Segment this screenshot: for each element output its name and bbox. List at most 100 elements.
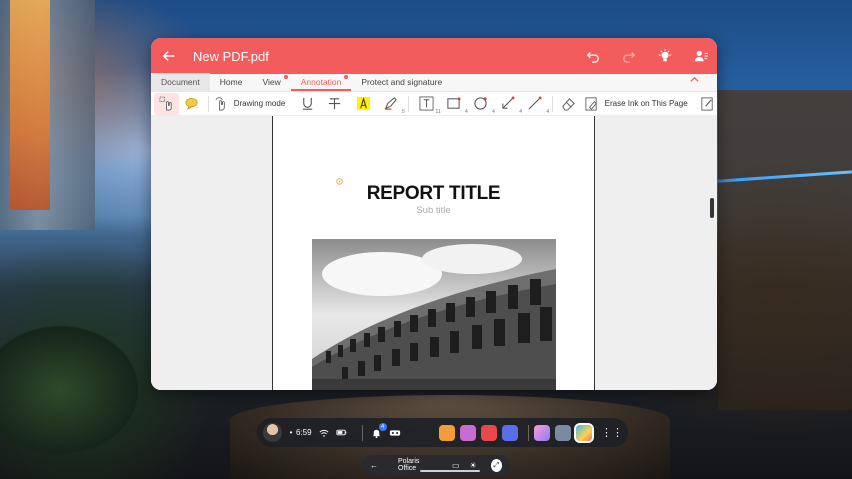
- redo-button[interactable]: [619, 46, 639, 66]
- colosseum-image: [312, 239, 556, 390]
- pen-tool-button[interactable]: 5: [377, 93, 405, 115]
- line-size-label: 4: [546, 108, 550, 115]
- rectangle-icon: [447, 97, 461, 109]
- undo-button[interactable]: [583, 46, 603, 66]
- textbox-icon: [419, 96, 434, 111]
- tab-document[interactable]: Document: [151, 73, 210, 91]
- back-arrow-icon: [162, 51, 175, 61]
- pen-icon: [384, 97, 397, 110]
- divider: [407, 95, 409, 112]
- window-drag-handle[interactable]: [420, 470, 480, 472]
- select-tool-button[interactable]: [154, 92, 180, 115]
- tab-label: Document: [161, 77, 200, 87]
- ellipse-tool-button[interactable]: 4: [467, 93, 495, 115]
- share-user-button[interactable]: [691, 46, 711, 66]
- divider: [208, 95, 210, 112]
- mode-icon[interactable]: ▭: [452, 461, 460, 470]
- store-app-icon[interactable]: [439, 424, 455, 441]
- arrow-tool-button[interactable]: 4: [494, 93, 522, 115]
- highlight-tool-button[interactable]: [349, 93, 376, 115]
- tab-annotation[interactable]: Annotation: [290, 73, 352, 91]
- textbox-tool-button[interactable]: 11: [413, 93, 441, 115]
- messages-app-icon[interactable]: [460, 424, 476, 441]
- clock-time: 6:59: [296, 428, 312, 437]
- drawing-mode-button[interactable]: [213, 93, 230, 115]
- divider: [528, 424, 529, 441]
- background-wall: [718, 90, 852, 410]
- document-title: New PDF.pdf: [193, 48, 269, 64]
- hand-draw-icon: [216, 97, 226, 111]
- eraser-icon: [562, 98, 575, 111]
- hand-pointer-icon: [159, 96, 172, 111]
- chevron-up-icon: [690, 76, 699, 82]
- pen-size-label: 5: [401, 108, 405, 115]
- report-subtitle: Sub title: [416, 205, 451, 216]
- notification-badge: 4: [378, 422, 387, 431]
- document-viewport[interactable]: REPORT TITLE Sub title: [151, 116, 717, 390]
- erase-ink-page-button[interactable]: [582, 93, 601, 115]
- line-icon: [528, 96, 542, 110]
- tab-badge-dot: [283, 75, 288, 79]
- lightbulb-icon: [658, 49, 672, 62]
- add-user-icon: [694, 50, 708, 62]
- report-title: REPORT TITLE: [366, 183, 501, 204]
- wifi-icon: [318, 427, 330, 439]
- vr-headset-button[interactable]: [389, 427, 401, 439]
- tab-label: Protect and signature: [361, 77, 443, 87]
- polaris-office-app-icon[interactable]: [574, 422, 594, 443]
- highlighter-icon: [356, 96, 370, 111]
- gallery-app-icon[interactable]: [534, 424, 550, 441]
- strikethrough-icon: [329, 98, 341, 110]
- camera-app-icon[interactable]: [481, 424, 497, 441]
- avatar[interactable]: [263, 423, 282, 442]
- arrow-icon: [502, 96, 515, 109]
- speech-bubble-icon: [185, 97, 198, 110]
- status-dot-icon: •: [289, 428, 293, 437]
- collapse-ribbon-button[interactable]: [690, 75, 699, 87]
- tab-home[interactable]: Home: [210, 73, 253, 91]
- underline-tool-button[interactable]: [295, 93, 320, 115]
- strikethrough-tool-button[interactable]: [320, 93, 349, 115]
- back-icon[interactable]: ←: [370, 461, 378, 470]
- redo-icon: [623, 52, 636, 63]
- battery-icon: [336, 427, 348, 439]
- tab-badge-dot: [344, 75, 349, 79]
- tab-label: Home: [219, 77, 243, 87]
- annotation-toolbar: Drawing mode 5 11 4 4 4 4 Erase Ink on T…: [151, 92, 717, 116]
- divider: [552, 95, 554, 112]
- background-tower-glow: [10, 0, 50, 210]
- drawing-mode-label: Drawing mode: [233, 99, 286, 108]
- system-dock: • 6:59 4 ⋮⋮: [257, 418, 628, 447]
- erase-ink-label: Erase Ink on This Page: [604, 99, 688, 108]
- notification-button[interactable]: 4: [371, 422, 387, 439]
- edit-page-icon: [701, 97, 713, 111]
- tab-label: View: [262, 77, 281, 87]
- line-tool-button[interactable]: 4: [521, 93, 550, 115]
- undo-icon: [586, 52, 599, 63]
- tab-protect-and-signature[interactable]: Protect and signature: [351, 73, 452, 91]
- settings-gear-icon[interactable]: [555, 424, 571, 441]
- more-tools-button[interactable]: [698, 93, 717, 115]
- rectangle-tool-button[interactable]: 4: [440, 93, 468, 115]
- ellipse-icon: [474, 97, 487, 110]
- note-tool-button[interactable]: [179, 93, 204, 115]
- headset-icon: [389, 429, 400, 436]
- app-window: New PDF.pdf Document Home View Annotatio…: [151, 38, 717, 390]
- back-button[interactable]: [159, 46, 179, 66]
- erase-page-icon: [585, 97, 598, 111]
- divider: [361, 424, 363, 441]
- colosseum-photo: [312, 239, 556, 390]
- fullscreen-button[interactable]: ⤢: [490, 458, 502, 472]
- underline-icon: [303, 97, 313, 110]
- ribbon-tabs: Document Home View Annotation Protect an…: [151, 73, 717, 92]
- tips-button[interactable]: [655, 46, 675, 66]
- app-grid-icon[interactable]: ⋮⋮: [601, 425, 623, 441]
- eraser-tool-button[interactable]: [557, 93, 580, 115]
- tab-label: Annotation: [300, 77, 342, 87]
- tab-view[interactable]: View: [252, 73, 290, 91]
- vertical-scrollbar[interactable]: [710, 198, 714, 218]
- pdf-page[interactable]: REPORT TITLE Sub title: [272, 116, 595, 390]
- browser-app-icon[interactable]: [502, 424, 518, 441]
- brightness-icon[interactable]: ☀: [470, 461, 477, 470]
- title-bar: New PDF.pdf: [151, 38, 717, 74]
